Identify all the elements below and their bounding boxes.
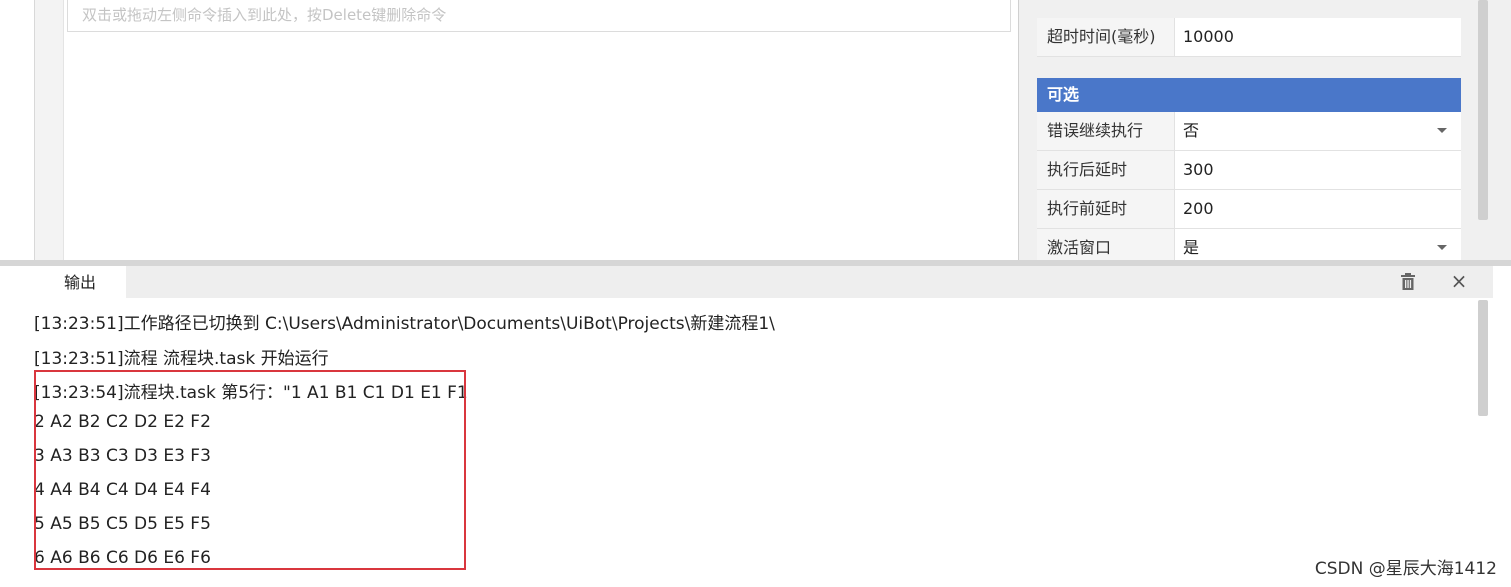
log-line: [13:23:51]工作路径已切换到 C:\Users\Administrato…	[34, 314, 775, 334]
optional-table: 可选 错误继续执行 否 执行后延时 300 执行前延时 200 激活窗口 是	[1037, 78, 1461, 264]
left-strip	[0, 0, 34, 262]
prop-row-activate-window[interactable]: 激活窗口 是	[1037, 229, 1461, 264]
prop-row-timeout[interactable]: 超时时间(毫秒) 10000	[1037, 18, 1461, 57]
chevron-down-icon[interactable]	[1437, 245, 1447, 250]
canvas-hint: 双击或拖动左侧命令插入到此处，按Delete键删除命令	[67, 0, 1011, 32]
canvas-gutter	[35, 0, 64, 262]
prop-key: 激活窗口	[1037, 229, 1175, 263]
error-continue-select[interactable]: 否	[1175, 112, 1461, 150]
prop-row-delay-after[interactable]: 执行后延时 300	[1037, 151, 1461, 190]
output-header: 输出 ×	[34, 266, 1493, 298]
prop-key: 执行后延时	[1037, 151, 1175, 189]
tab-output[interactable]: 输出	[34, 266, 126, 298]
close-icon[interactable]: ×	[1448, 270, 1470, 292]
select-value: 是	[1183, 238, 1200, 257]
trash-icon[interactable]	[1400, 273, 1416, 291]
prop-row-error-continue[interactable]: 错误继续执行 否	[1037, 112, 1461, 151]
section-header-optional[interactable]: 可选	[1037, 78, 1461, 112]
delay-before-input[interactable]: 200	[1175, 190, 1461, 228]
select-value: 否	[1183, 121, 1200, 140]
prop-key: 执行前延时	[1037, 190, 1175, 228]
chevron-down-icon[interactable]	[1437, 128, 1447, 133]
timeout-table: 超时时间(毫秒) 10000	[1037, 18, 1461, 57]
output-scrollbar[interactable]	[1478, 300, 1488, 416]
log-line: [13:23:51]流程 流程块.task 开始运行	[34, 349, 329, 369]
timeout-input[interactable]: 10000	[1175, 18, 1461, 56]
activate-window-select[interactable]: 是	[1175, 229, 1461, 263]
properties-panel: 超时时间(毫秒) 10000 可选 错误继续执行 否 执行后延时 300 执行前…	[1018, 0, 1511, 264]
watermark: CSDN @星辰大海1412	[1314, 559, 1497, 579]
prop-key: 超时时间(毫秒)	[1037, 18, 1175, 56]
prop-key: 错误继续执行	[1037, 112, 1175, 150]
editor-area: 双击或拖动左侧命令插入到此处，按Delete键删除命令 超时时间(毫秒) 100…	[0, 0, 1511, 264]
flow-canvas[interactable]: 双击或拖动左侧命令插入到此处，按Delete键删除命令	[34, 0, 1019, 262]
delay-after-input[interactable]: 300	[1175, 151, 1461, 189]
properties-scrollbar[interactable]	[1478, 0, 1488, 220]
highlight-annotation	[34, 370, 466, 570]
prop-row-delay-before[interactable]: 执行前延时 200	[1037, 190, 1461, 229]
